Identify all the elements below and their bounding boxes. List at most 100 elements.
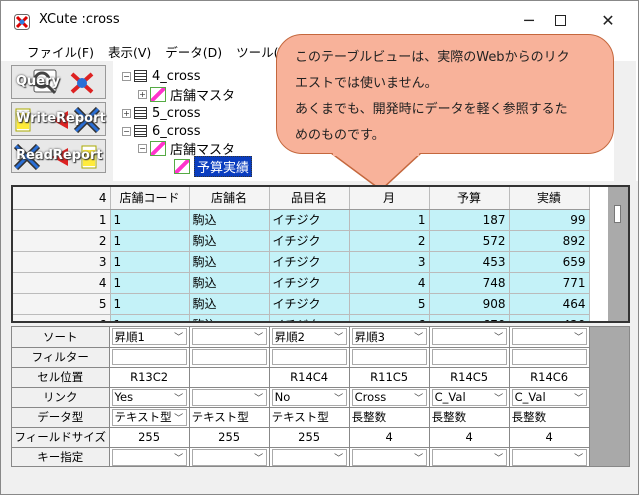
read-report-button[interactable]: ReadReport — [11, 139, 106, 173]
table-cell[interactable]: 6 — [349, 314, 430, 321]
chevron-down-icon[interactable]: ﹀ — [252, 330, 266, 343]
property-cell[interactable]: テキスト型 — [189, 407, 270, 428]
expand-icon[interactable]: + — [122, 108, 131, 118]
chevron-down-icon[interactable]: ﹀ — [572, 391, 586, 404]
column-header[interactable]: 店舗名 — [189, 187, 270, 210]
property-dropdown[interactable]: Cross ﹀ — [351, 388, 427, 406]
property-dropdown[interactable]: 昇順2 ﹀ — [271, 328, 347, 346]
chevron-down-icon[interactable]: ﹀ — [332, 330, 346, 343]
property-cell[interactable]: テキスト型 — [269, 407, 350, 428]
property-cell[interactable]: 4 — [429, 427, 510, 448]
table-cell[interactable]: 1 — [349, 209, 430, 231]
table-cell[interactable]: 3 — [349, 251, 430, 273]
property-cell[interactable]: 255 — [269, 427, 350, 448]
collapse-icon[interactable]: − — [122, 126, 131, 136]
filter-input[interactable] — [351, 349, 427, 365]
filter-input[interactable] — [431, 349, 507, 365]
property-cell[interactable]: 4 — [509, 427, 590, 448]
property-dropdown[interactable]: ﹀ — [351, 448, 427, 466]
menu-data[interactable]: データ(D) — [165, 39, 222, 61]
chevron-down-icon[interactable]: ﹀ — [572, 451, 586, 464]
table-cell[interactable]: イチジク — [269, 230, 350, 252]
table-cell[interactable]: 駒込 — [189, 251, 270, 273]
table-cell[interactable]: イチジク — [269, 293, 350, 315]
table-cell[interactable]: 4 — [349, 272, 430, 294]
table-cell[interactable]: 1 — [110, 272, 190, 294]
property-dropdown[interactable]: ﹀ — [511, 328, 587, 346]
property-cell[interactable]: 255 — [109, 427, 190, 448]
chevron-down-icon[interactable]: ﹀ — [492, 330, 506, 343]
property-cell[interactable]: 255 — [189, 427, 270, 448]
filter-input[interactable] — [111, 349, 187, 365]
property-cell[interactable]: 長整数 — [509, 407, 590, 428]
property-cell[interactable]: R13C2 — [109, 367, 190, 388]
property-dropdown[interactable]: ﹀ — [191, 328, 267, 346]
chevron-down-icon[interactable]: ﹀ — [172, 391, 186, 404]
property-dropdown[interactable]: ﹀ — [431, 448, 507, 466]
row-number[interactable]: 2 — [13, 230, 111, 252]
column-header[interactable]: 月 — [349, 187, 430, 210]
table-cell[interactable]: 572 — [429, 230, 510, 252]
table-cell[interactable]: 187 — [429, 209, 510, 231]
tree-node-6-cross[interactable]: − 6_cross — [122, 122, 200, 140]
table-cell[interactable]: 2 — [349, 230, 430, 252]
tree-node-store-master-6[interactable]: − 店舗マスタ — [138, 139, 235, 158]
property-dropdown[interactable]: ﹀ — [111, 448, 187, 466]
tree-node-budget-actual[interactable]: 予算実績 — [174, 155, 253, 177]
table-cell[interactable]: 5 — [349, 293, 430, 315]
chevron-down-icon[interactable]: ﹀ — [172, 330, 186, 343]
property-cell[interactable]: 4 — [349, 427, 430, 448]
filter-input[interactable] — [191, 349, 267, 365]
chevron-down-icon[interactable]: ﹀ — [572, 330, 586, 343]
table-cell[interactable]: イチジク — [269, 272, 350, 294]
property-dropdown[interactable]: No ﹀ — [271, 388, 347, 406]
expand-icon[interactable]: + — [138, 89, 147, 99]
row-number[interactable]: 4 — [13, 272, 111, 294]
table-cell[interactable]: 1 — [110, 314, 190, 321]
property-dropdown[interactable]: 昇順1 ﹀ — [111, 328, 187, 346]
chevron-down-icon[interactable]: ﹀ — [412, 391, 426, 404]
table-cell[interactable]: 1 — [110, 209, 190, 231]
column-header[interactable]: 実績 — [509, 187, 590, 210]
row-number[interactable]: 6 — [13, 314, 111, 321]
scrollbar-thumb[interactable] — [614, 205, 621, 223]
property-cell[interactable] — [189, 367, 270, 388]
property-cell[interactable]: R14C4 — [269, 367, 350, 388]
property-dropdown[interactable]: ﹀ — [511, 448, 587, 466]
grid-scrollbar[interactable] — [608, 187, 628, 321]
tree-node-5-cross[interactable]: + 5_cross — [122, 104, 200, 122]
table-cell[interactable]: イチジク — [269, 251, 350, 273]
chevron-down-icon[interactable]: ﹀ — [412, 330, 426, 343]
collapse-icon[interactable]: − — [122, 71, 131, 81]
table-cell[interactable]: 670 — [429, 314, 510, 321]
table-cell[interactable]: 748 — [429, 272, 510, 294]
tree-scrollbar[interactable] — [614, 61, 636, 181]
chevron-down-icon[interactable]: ﹀ — [332, 391, 346, 404]
property-cell[interactable]: R14C5 — [429, 367, 510, 388]
tree-node-4-cross[interactable]: − 4_cross — [122, 67, 200, 85]
table-cell[interactable]: 99 — [509, 209, 590, 231]
chevron-down-icon[interactable]: ﹀ — [332, 451, 346, 464]
property-dropdown[interactable]: ﹀ — [191, 388, 267, 406]
property-cell[interactable]: 長整数 — [429, 407, 510, 428]
table-cell[interactable]: 464 — [509, 293, 590, 315]
property-dropdown[interactable]: ﹀ — [191, 448, 267, 466]
table-cell[interactable]: イチジク — [269, 314, 350, 321]
table-cell[interactable]: 771 — [509, 272, 590, 294]
menu-file[interactable]: ファイル(F) — [27, 39, 94, 61]
property-dropdown[interactable]: C_Val ﹀ — [511, 388, 587, 406]
property-cell[interactable]: R11C5 — [349, 367, 430, 388]
query-button[interactable]: Query — [11, 65, 106, 99]
chevron-down-icon[interactable]: ﹀ — [172, 451, 186, 464]
menu-view[interactable]: 表示(V) — [108, 39, 151, 61]
chevron-down-icon[interactable]: ﹀ — [252, 391, 266, 404]
table-cell[interactable]: 1 — [110, 293, 190, 315]
table-cell[interactable]: 駒込 — [189, 230, 270, 252]
row-number[interactable]: 5 — [13, 293, 111, 315]
chevron-down-icon[interactable]: ﹀ — [492, 451, 506, 464]
tree-node-store-master-4[interactable]: + 店舗マスタ — [138, 85, 235, 104]
property-dropdown[interactable]: テキスト型 ﹀ — [111, 408, 187, 426]
column-header[interactable]: 店舗コード — [110, 187, 190, 210]
property-dropdown[interactable]: Yes ﹀ — [111, 388, 187, 406]
property-dropdown[interactable]: ﹀ — [271, 448, 347, 466]
